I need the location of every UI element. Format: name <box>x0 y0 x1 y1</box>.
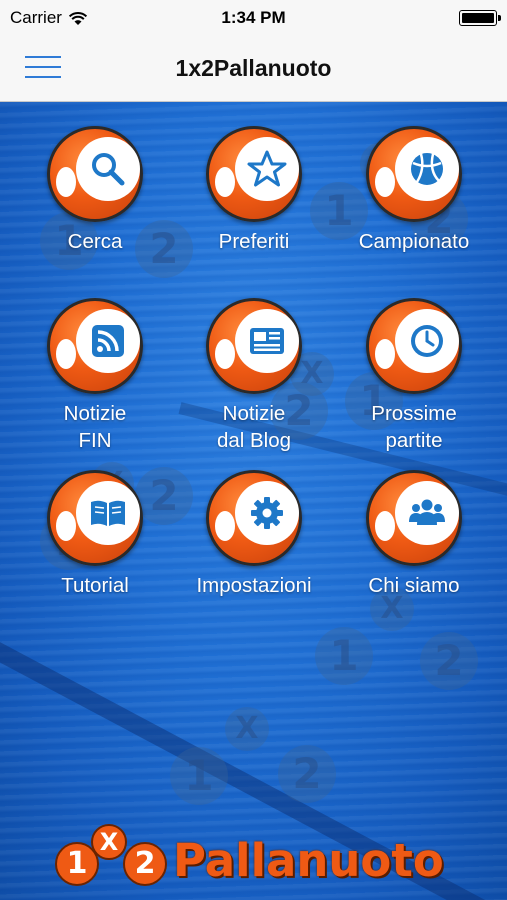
rss-icon <box>92 325 124 357</box>
menu-item-label: Chi siamo <box>368 574 460 597</box>
impostazioni-button-icon <box>206 470 302 566</box>
book-icon <box>91 500 125 526</box>
status-bar: Carrier 1:34 PM <box>0 0 507 36</box>
menu-item-cerca[interactable]: Cerca <box>20 126 170 255</box>
menu-item-notizie-fin[interactable]: Notizie FIN <box>20 298 170 454</box>
menu-item-label: Tutorial <box>61 574 129 597</box>
star-icon <box>247 150 287 187</box>
menu-item-tutorial[interactable]: Tutorial <box>20 470 170 599</box>
menu-item-label: Campionato <box>358 230 470 253</box>
tutorial-button-icon <box>47 470 143 566</box>
page-title: 1x2Pallanuoto <box>175 55 332 81</box>
newspaper-icon <box>250 328 284 354</box>
watermark-logo: 1 X 2 <box>170 707 340 827</box>
menu-item-prossime-partite[interactable]: Prossime partite <box>339 298 489 454</box>
campionato-button-icon <box>366 126 462 222</box>
prossime-partite-button-icon <box>366 298 462 394</box>
logo-ball-two: 2 <box>123 842 167 886</box>
logo-ball-x: X <box>91 824 127 860</box>
gear-icon <box>251 497 283 529</box>
ball-icon <box>411 153 443 185</box>
menu-item-chi-siamo[interactable]: Chi siamo <box>339 470 489 599</box>
menu-item-label: Prossime partite <box>371 402 457 452</box>
main-content: 1 X 2 1 X 2 1 X 2 1 X 2 1 X 2 1 X 2 <box>0 102 507 900</box>
menu-item-label: Cerca <box>67 230 123 253</box>
menu-item-campionato[interactable]: Campionato <box>339 126 489 255</box>
people-icon <box>409 499 445 525</box>
menu-item-preferiti[interactable]: Preferiti <box>179 126 329 255</box>
menu-item-impostazioni[interactable]: Impostazioni <box>179 470 329 599</box>
menu-item-label: Notizie FIN <box>63 402 127 452</box>
app-logo: 1 X 2 Pallanuoto <box>55 824 455 890</box>
clock-icon <box>411 325 443 357</box>
chi-siamo-button-icon <box>366 470 462 566</box>
preferiti-button-icon <box>206 126 302 222</box>
watermark-logo: 1 X 2 <box>315 587 485 707</box>
menu-item-label: Impostazioni <box>196 574 312 597</box>
notizie-fin-button-icon <box>47 298 143 394</box>
status-time: 1:34 PM <box>221 8 286 27</box>
menu-item-label: Notizie dal Blog <box>216 402 292 452</box>
notizie-dal-blog-button-icon <box>206 298 302 394</box>
battery-icon <box>459 10 501 26</box>
menu-item-notizie-dal-blog[interactable]: Notizie dal Blog <box>179 298 329 454</box>
navigation-bar: 1x2Pallanuoto <box>0 36 507 102</box>
cerca-button-icon <box>47 126 143 222</box>
search-icon <box>92 153 125 186</box>
menu-item-label: Preferiti <box>218 230 290 253</box>
logo-wordmark: Pallanuoto <box>173 834 444 887</box>
